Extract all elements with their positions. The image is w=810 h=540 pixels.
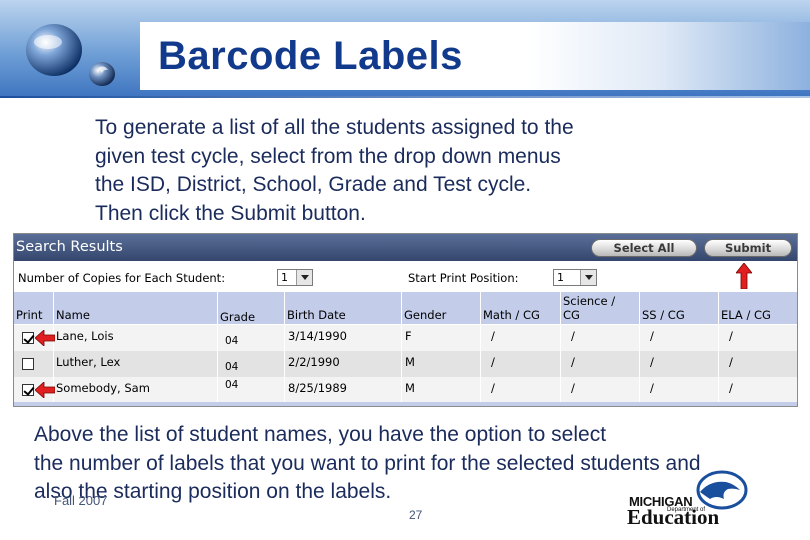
michigan-map-icon xyxy=(696,470,748,510)
submit-button[interactable]: Submit xyxy=(704,239,792,257)
footer-date: Fall 2007 xyxy=(54,493,108,508)
math-cell: / xyxy=(481,325,561,351)
start-position-value: 1 xyxy=(557,271,564,284)
header-name: Name xyxy=(54,292,218,324)
ss-cell: / xyxy=(640,325,719,351)
ss-cell: / xyxy=(640,351,719,377)
table-row: Somebody, Sam 04 8/25/1989 M / / / / xyxy=(14,377,797,403)
grade-cell: 04 xyxy=(218,351,285,377)
globe-logo-icon xyxy=(26,24,115,86)
start-position-select[interactable]: 1 xyxy=(553,269,597,286)
print-checkbox[interactable] xyxy=(22,358,34,370)
red-left-arrow-icon xyxy=(35,382,55,398)
table-bottom-strip xyxy=(14,402,797,406)
header-grade: Grade xyxy=(218,292,285,324)
banner-underline xyxy=(0,96,810,98)
header-ela: ELA / CG xyxy=(721,308,771,322)
grade-cell: 04 xyxy=(218,377,285,403)
name-cell: Lane, Lois xyxy=(54,325,218,351)
copies-select[interactable]: 1 xyxy=(277,269,313,286)
mde-logo: MICHIGAN Department of Education xyxy=(622,470,750,529)
print-checkbox[interactable] xyxy=(22,332,34,344)
science-cell: / xyxy=(561,351,640,377)
math-cell: / xyxy=(481,377,561,403)
search-results-title: Search Results xyxy=(16,239,123,255)
copies-value: 1 xyxy=(281,271,288,284)
intro-line: given test cycle, select from the drop d… xyxy=(95,144,561,168)
page-number: 27 xyxy=(409,508,423,522)
science-cell: / xyxy=(561,325,640,351)
chevron-down-icon xyxy=(580,270,596,285)
gender-cell: M xyxy=(402,377,481,403)
search-results-panel: Search Results Select All Submit Number … xyxy=(13,233,798,407)
print-cell xyxy=(14,351,54,377)
header-birth-date: Birth Date xyxy=(285,292,402,324)
slide-title: Barcode Labels xyxy=(158,34,463,78)
science-cell: / xyxy=(561,377,640,403)
intro-line: Then click the Submit button. xyxy=(95,201,366,225)
chevron-down-icon xyxy=(296,270,312,285)
name-cell: Somebody, Sam xyxy=(54,377,218,403)
logo-education-text: Education xyxy=(627,505,720,529)
copies-label: Number of Copies for Each Student: xyxy=(18,271,226,285)
intro-paragraph: To generate a list of all the students a… xyxy=(95,114,695,228)
table-row: Luther, Lex 04 2/2/1990 M / / / / xyxy=(14,351,797,377)
header-gender: Gender xyxy=(402,292,481,324)
table-header-row: Print Name Grade Birth Date Gender Math … xyxy=(14,292,797,324)
table-row: Lane, Lois 04 3/14/1990 F / / / / xyxy=(14,325,797,351)
header-ss: SS / CG xyxy=(640,292,719,324)
print-checkbox[interactable] xyxy=(22,384,34,396)
gender-cell: F xyxy=(402,325,481,351)
ss-cell: / xyxy=(640,377,719,403)
intro-line: To generate a list of all the students a… xyxy=(95,116,574,139)
outro-line: Above the list of student names, you hav… xyxy=(34,423,607,446)
start-position-label: Start Print Position: xyxy=(408,271,519,285)
birth-date-cell: 3/14/1990 xyxy=(285,325,402,351)
grade-cell: 04 xyxy=(218,325,285,351)
header-math: Math / CG xyxy=(481,292,561,324)
header-print: Print xyxy=(14,292,54,324)
select-all-button[interactable]: Select All xyxy=(591,239,697,257)
slide-banner: Barcode Labels xyxy=(0,0,810,98)
ela-cell: / xyxy=(729,355,733,369)
math-cell: / xyxy=(481,351,561,377)
birth-date-cell: 2/2/1990 xyxy=(285,351,402,377)
red-up-arrow-icon xyxy=(736,263,752,289)
search-results-header: Search Results Select All Submit xyxy=(14,234,797,261)
intro-line: the ISD, District, School, Grade and Tes… xyxy=(95,173,532,196)
birth-date-cell: 8/25/1989 xyxy=(285,377,402,403)
red-left-arrow-icon xyxy=(35,330,55,346)
name-cell: Luther, Lex xyxy=(54,351,218,377)
ela-cell: / xyxy=(729,329,733,343)
ela-cell: / xyxy=(729,381,733,395)
gender-cell: M xyxy=(402,351,481,377)
header-science: Science / CG xyxy=(561,292,640,324)
